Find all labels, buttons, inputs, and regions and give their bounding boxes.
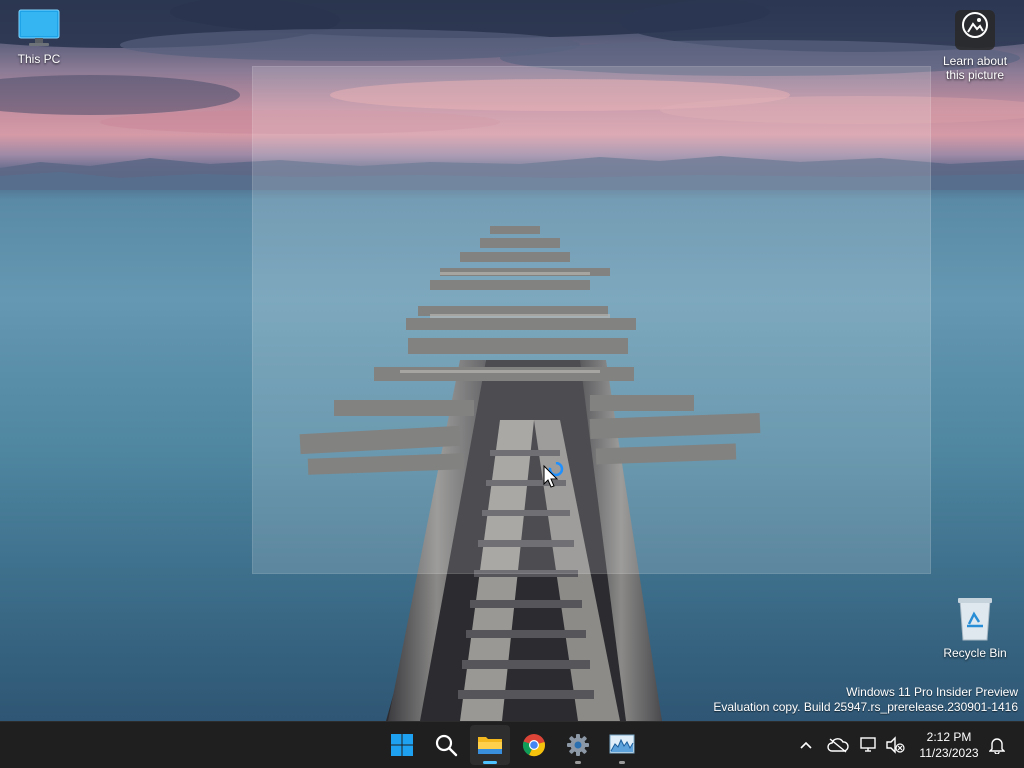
show-hidden-icons-button[interactable]: [796, 733, 816, 757]
evaluation-watermark: Windows 11 Pro Insider Preview Evaluatio…: [713, 685, 1018, 715]
learn-about-picture-icon: [955, 10, 995, 50]
taskbar-clock[interactable]: 2:12 PM 11/23/2023: [912, 729, 986, 761]
recycle-bin-icon: [958, 598, 992, 641]
cloud-offline-icon: [827, 738, 849, 753]
selection-rectangle: [252, 66, 931, 574]
file-explorer-button[interactable]: [470, 725, 510, 765]
chrome-icon: [522, 734, 545, 757]
performance-chart-icon: [609, 734, 635, 754]
running-app-indicator: [575, 761, 581, 764]
gear-icon: [567, 734, 589, 756]
chevron-up-icon: [800, 741, 812, 749]
search-button[interactable]: [426, 725, 466, 765]
taskbar: 2:12 PM 11/23/2023: [0, 721, 1024, 768]
desktop-icon-learn-about-picture[interactable]: Learn about this picture: [936, 10, 1014, 82]
start-button[interactable]: [382, 725, 422, 765]
desktop-icon-label: Recycle Bin: [943, 646, 1007, 660]
network-tray-button[interactable]: [858, 733, 880, 757]
onedrive-tray-button[interactable]: [826, 733, 850, 757]
desktop-background[interactable]: [0, 0, 1024, 721]
clock-time: 2:12 PM: [926, 730, 972, 744]
search-icon: [435, 734, 458, 757]
desktop-icon-label-line2: this picture: [945, 68, 1005, 82]
resource-monitor-button[interactable]: [602, 725, 642, 765]
watermark-line2: Evaluation copy. Build 25947.rs_prerelea…: [713, 700, 1018, 714]
desktop-icon-this-pc[interactable]: This PC: [0, 8, 78, 66]
running-app-indicator: [619, 761, 625, 764]
volume-muted-icon: [886, 736, 905, 754]
active-app-indicator: [483, 761, 497, 764]
mouse-cursor-icon: [543, 462, 564, 488]
network-icon: [860, 737, 876, 752]
bell-icon: [989, 738, 1005, 754]
windows-logo-icon: [391, 734, 413, 756]
volume-tray-button[interactable]: [884, 733, 906, 757]
settings-button[interactable]: [558, 725, 598, 765]
chrome-button[interactable]: [514, 725, 554, 765]
desktop-icon-recycle-bin[interactable]: Recycle Bin: [936, 596, 1014, 660]
folder-icon: [478, 737, 502, 754]
desktop-icon-label-line1: Learn about: [942, 54, 1008, 68]
watermark-line1: Windows 11 Pro Insider Preview: [846, 685, 1018, 699]
desktop-icon-label: This PC: [17, 52, 61, 66]
clock-date: 11/23/2023: [919, 746, 979, 760]
notifications-button[interactable]: [986, 733, 1008, 757]
monitor-icon: [18, 9, 60, 46]
